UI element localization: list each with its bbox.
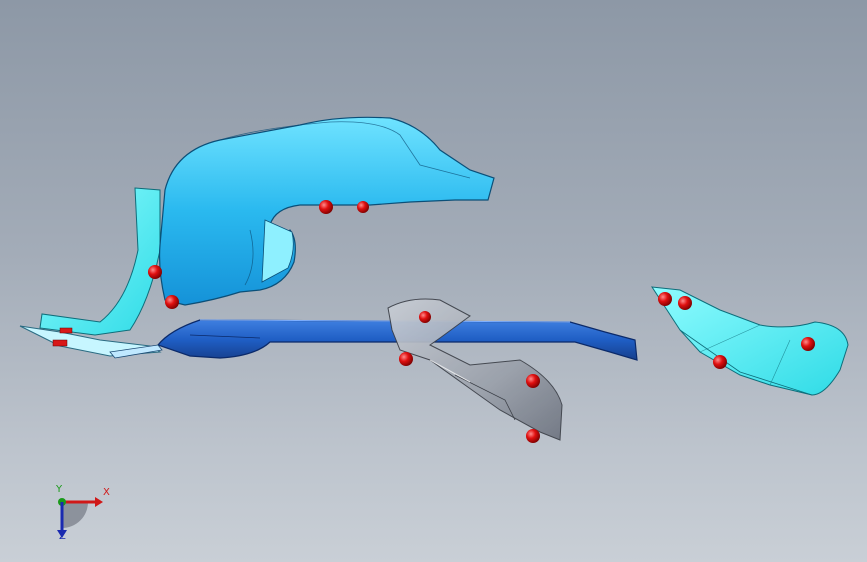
graphics-viewport[interactable]: X Y Z <box>0 0 867 562</box>
contact-point <box>357 201 369 213</box>
orientation-triad: X Y Z <box>40 480 120 550</box>
y-axis-label: Y <box>56 484 63 495</box>
contact-point <box>419 311 431 323</box>
contact-point <box>165 295 179 309</box>
contact-point <box>658 292 672 306</box>
x-axis-arrow <box>95 497 103 507</box>
contact-point <box>148 265 162 279</box>
aqua-bracket-left[interactable] <box>19 187 162 357</box>
blue-plate-part[interactable] <box>109 319 638 361</box>
contact-point <box>526 374 540 388</box>
model-scene[interactable] <box>0 0 867 562</box>
gray-bracket-part[interactable] <box>387 298 563 441</box>
contact-point <box>678 296 692 310</box>
z-axis-label: Z <box>59 531 66 542</box>
contact-point <box>399 352 413 366</box>
contact-point <box>713 355 727 369</box>
x-axis-label: X <box>103 487 110 498</box>
contact-point <box>526 429 540 443</box>
contact-point <box>801 337 815 351</box>
contact-point <box>319 200 333 214</box>
